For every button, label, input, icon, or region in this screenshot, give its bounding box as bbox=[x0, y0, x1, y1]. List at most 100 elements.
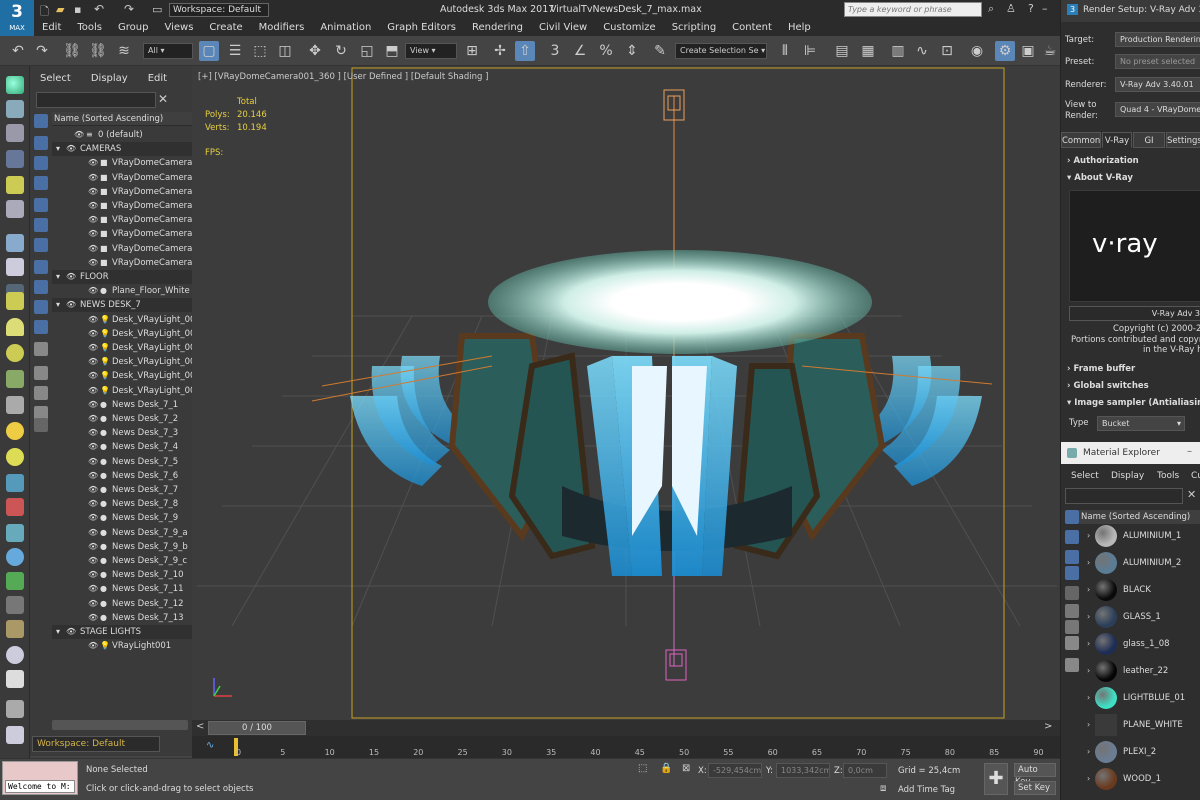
menu-item-graph-editors[interactable]: Graph Editors bbox=[379, 20, 464, 36]
visibility-eye-icon[interactable]: 👁 bbox=[88, 327, 98, 341]
material-row[interactable]: › leather_22 bbox=[1087, 659, 1200, 685]
scene-object-row[interactable]: 👁■ VRayDomeCamera00 bbox=[52, 227, 192, 241]
scene-object-row[interactable]: 👁■ VRayDomeCamera00 bbox=[52, 199, 192, 213]
scene-object-row[interactable]: 👁■ VRayDomeCamera00 bbox=[52, 242, 192, 256]
scene-object-row[interactable]: 👁■ VRayDomeCamera00 bbox=[52, 256, 192, 270]
sphere-icon[interactable] bbox=[6, 448, 24, 466]
visibility-eye-icon[interactable]: 👁 bbox=[88, 554, 98, 568]
me-filter-checker-2-icon[interactable] bbox=[1065, 550, 1079, 564]
filter-none-icon[interactable] bbox=[34, 386, 48, 400]
menu-item-help[interactable]: Help bbox=[780, 20, 819, 36]
visibility-eye-icon[interactable]: 👁 bbox=[88, 185, 98, 199]
time-tag-icon[interactable]: ⧈ bbox=[880, 783, 886, 794]
viewport-label[interactable]: [+] [VRayDomeCamera001_360 ] [User Defin… bbox=[198, 72, 488, 82]
visibility-eye-icon[interactable]: 👁 bbox=[88, 256, 98, 270]
visibility-eye-icon[interactable]: 👁 bbox=[88, 582, 98, 596]
material-expand-icon[interactable]: › bbox=[1087, 747, 1090, 756]
scene-object-row[interactable]: 👁 💡 Desk_VRayLight_003 bbox=[52, 341, 192, 355]
visibility-eye-icon[interactable]: 👁 bbox=[88, 369, 98, 383]
snail-icon[interactable] bbox=[6, 620, 24, 638]
material-expand-icon[interactable]: › bbox=[1087, 693, 1090, 702]
scene-object-row[interactable]: 👁 ● Plane_Floor_White bbox=[52, 284, 192, 298]
visibility-eye-icon[interactable]: 👁 bbox=[88, 412, 98, 426]
visibility-eye-icon[interactable]: 👁 bbox=[88, 540, 98, 554]
menu-item-scripting[interactable]: Scripting bbox=[664, 20, 724, 36]
absolute-mode-icon[interactable]: ⊠ bbox=[682, 763, 690, 774]
search-field[interactable]: Type a keyword or phrase bbox=[844, 2, 982, 17]
me-menu-select[interactable]: Select bbox=[1071, 471, 1099, 481]
visibility-eye-icon[interactable]: 👁 bbox=[88, 398, 98, 412]
scene-object-row[interactable]: 👁 ≡ 0 (default) bbox=[52, 128, 192, 142]
minimize-icon[interactable]: – bbox=[1042, 2, 1048, 15]
material-expand-icon[interactable]: › bbox=[1087, 612, 1090, 621]
scene-object-row[interactable]: 👁 ● News Desk_7_9_b bbox=[52, 540, 192, 554]
rollout-authorization[interactable]: › Authorization bbox=[1067, 156, 1200, 166]
place-icon[interactable]: ⬒ bbox=[382, 41, 402, 61]
expand-arrow-icon[interactable]: ▾ bbox=[56, 298, 60, 312]
quick-redo-icon[interactable]: ↷ bbox=[124, 2, 134, 16]
scene-object-row[interactable]: 👁 ● News Desk_7_11 bbox=[52, 582, 192, 596]
me-menu-display[interactable]: Display bbox=[1111, 471, 1144, 481]
material-explorer-minimize-icon[interactable]: – bbox=[1187, 446, 1192, 457]
shelf-icon[interactable] bbox=[6, 700, 24, 718]
me-filter-grid-1-icon[interactable] bbox=[1065, 604, 1079, 618]
clear-search-icon[interactable]: ✕ bbox=[158, 92, 168, 106]
visibility-eye-icon[interactable]: 👁 bbox=[88, 355, 98, 369]
sphere-create-icon[interactable] bbox=[6, 76, 24, 94]
ribbon-toggle-icon[interactable]: ▥ bbox=[888, 41, 908, 61]
menu-item-civil-view[interactable]: Civil View bbox=[531, 20, 595, 36]
visibility-eye-icon[interactable]: 👁 bbox=[88, 639, 98, 653]
filter-bones-icon[interactable] bbox=[34, 280, 48, 294]
scene-object-row[interactable]: 👁 ● News Desk_7_9 bbox=[52, 511, 192, 525]
quick-open-icon[interactable]: ▰ bbox=[56, 3, 64, 16]
molecule-icon[interactable] bbox=[6, 498, 24, 516]
time-prev-icon[interactable]: < bbox=[196, 721, 204, 732]
preset-dropdown[interactable]: No preset selected bbox=[1115, 54, 1200, 69]
mirror-icon[interactable]: ⫴ bbox=[775, 41, 795, 61]
visibility-eye-icon[interactable]: 👁 bbox=[88, 568, 98, 582]
help-icon[interactable]: ? bbox=[1028, 2, 1034, 15]
scene-object-row[interactable]: 👁 ● News Desk_7_9_a bbox=[52, 526, 192, 540]
box-icon[interactable] bbox=[6, 124, 24, 142]
filter-helpers-icon[interactable] bbox=[34, 198, 48, 212]
hf-icon[interactable] bbox=[6, 596, 24, 614]
percent-snap-icon[interactable]: % bbox=[596, 41, 616, 61]
filter-frozen-icon[interactable] bbox=[34, 320, 48, 334]
me-filter-link-icon[interactable] bbox=[1065, 566, 1079, 580]
hair-icon[interactable] bbox=[6, 572, 24, 590]
curve-editor-icon[interactable]: ∿ bbox=[912, 41, 932, 61]
scene-group-row[interactable]: ▾ 👁 FLOOR bbox=[52, 270, 192, 284]
filter-xrefs-icon[interactable] bbox=[34, 260, 48, 274]
app-logo[interactable]: 3 MAX bbox=[0, 0, 34, 36]
layer-explorer-icon[interactable]: ▦ bbox=[858, 41, 878, 61]
sun-icon[interactable] bbox=[6, 422, 24, 440]
filter-funnel-icon[interactable] bbox=[34, 418, 48, 432]
pivot-center-icon[interactable]: ⊞ bbox=[462, 41, 482, 61]
particles-icon[interactable] bbox=[6, 474, 24, 492]
visibility-eye-icon[interactable]: 👁 bbox=[88, 284, 98, 298]
filter-cameras-icon[interactable] bbox=[34, 176, 48, 190]
visibility-eye-icon[interactable]: 👁 bbox=[88, 156, 98, 170]
tab-vray[interactable]: V-Ray bbox=[1102, 132, 1132, 148]
rollout-frame-buffer[interactable]: › Frame buffer bbox=[1067, 364, 1200, 374]
me-menu-tools[interactable]: Tools bbox=[1157, 471, 1179, 481]
material-search-input[interactable] bbox=[1065, 488, 1183, 504]
me-menu-customize[interactable]: Cu bbox=[1191, 471, 1200, 481]
z-coordinate-field[interactable]: 0,0cm bbox=[843, 763, 887, 778]
scene-object-row[interactable]: 👁 ● News Desk_7_5 bbox=[52, 455, 192, 469]
scene-explorer-toggle-icon[interactable]: ▤ bbox=[832, 41, 852, 61]
scene-object-row[interactable]: 👁 ● News Desk_7_13 bbox=[52, 611, 192, 625]
rollout-image-sampler[interactable]: ▾ Image sampler (Antialiasing bbox=[1067, 398, 1200, 408]
move-icon[interactable]: ✥ bbox=[305, 41, 325, 61]
visibility-eye-icon[interactable]: 👁 bbox=[88, 341, 98, 355]
filter-lights-icon[interactable] bbox=[34, 156, 48, 170]
scene-object-row[interactable]: 👁■ VRayDomeCamera00 bbox=[52, 156, 192, 170]
quick-save-icon[interactable]: ▪ bbox=[74, 3, 81, 16]
menu-item-content[interactable]: Content bbox=[724, 20, 780, 36]
menu-item-rendering[interactable]: Rendering bbox=[464, 20, 531, 36]
time-slider[interactable]: < 0 / 100 > bbox=[192, 720, 1060, 736]
shape-icon[interactable] bbox=[6, 234, 24, 252]
scene-object-row[interactable]: 👁 ● News Desk_7_9_c bbox=[52, 554, 192, 568]
filter-containers-icon[interactable] bbox=[34, 300, 48, 314]
filter-hidden-icon[interactable] bbox=[34, 342, 48, 356]
